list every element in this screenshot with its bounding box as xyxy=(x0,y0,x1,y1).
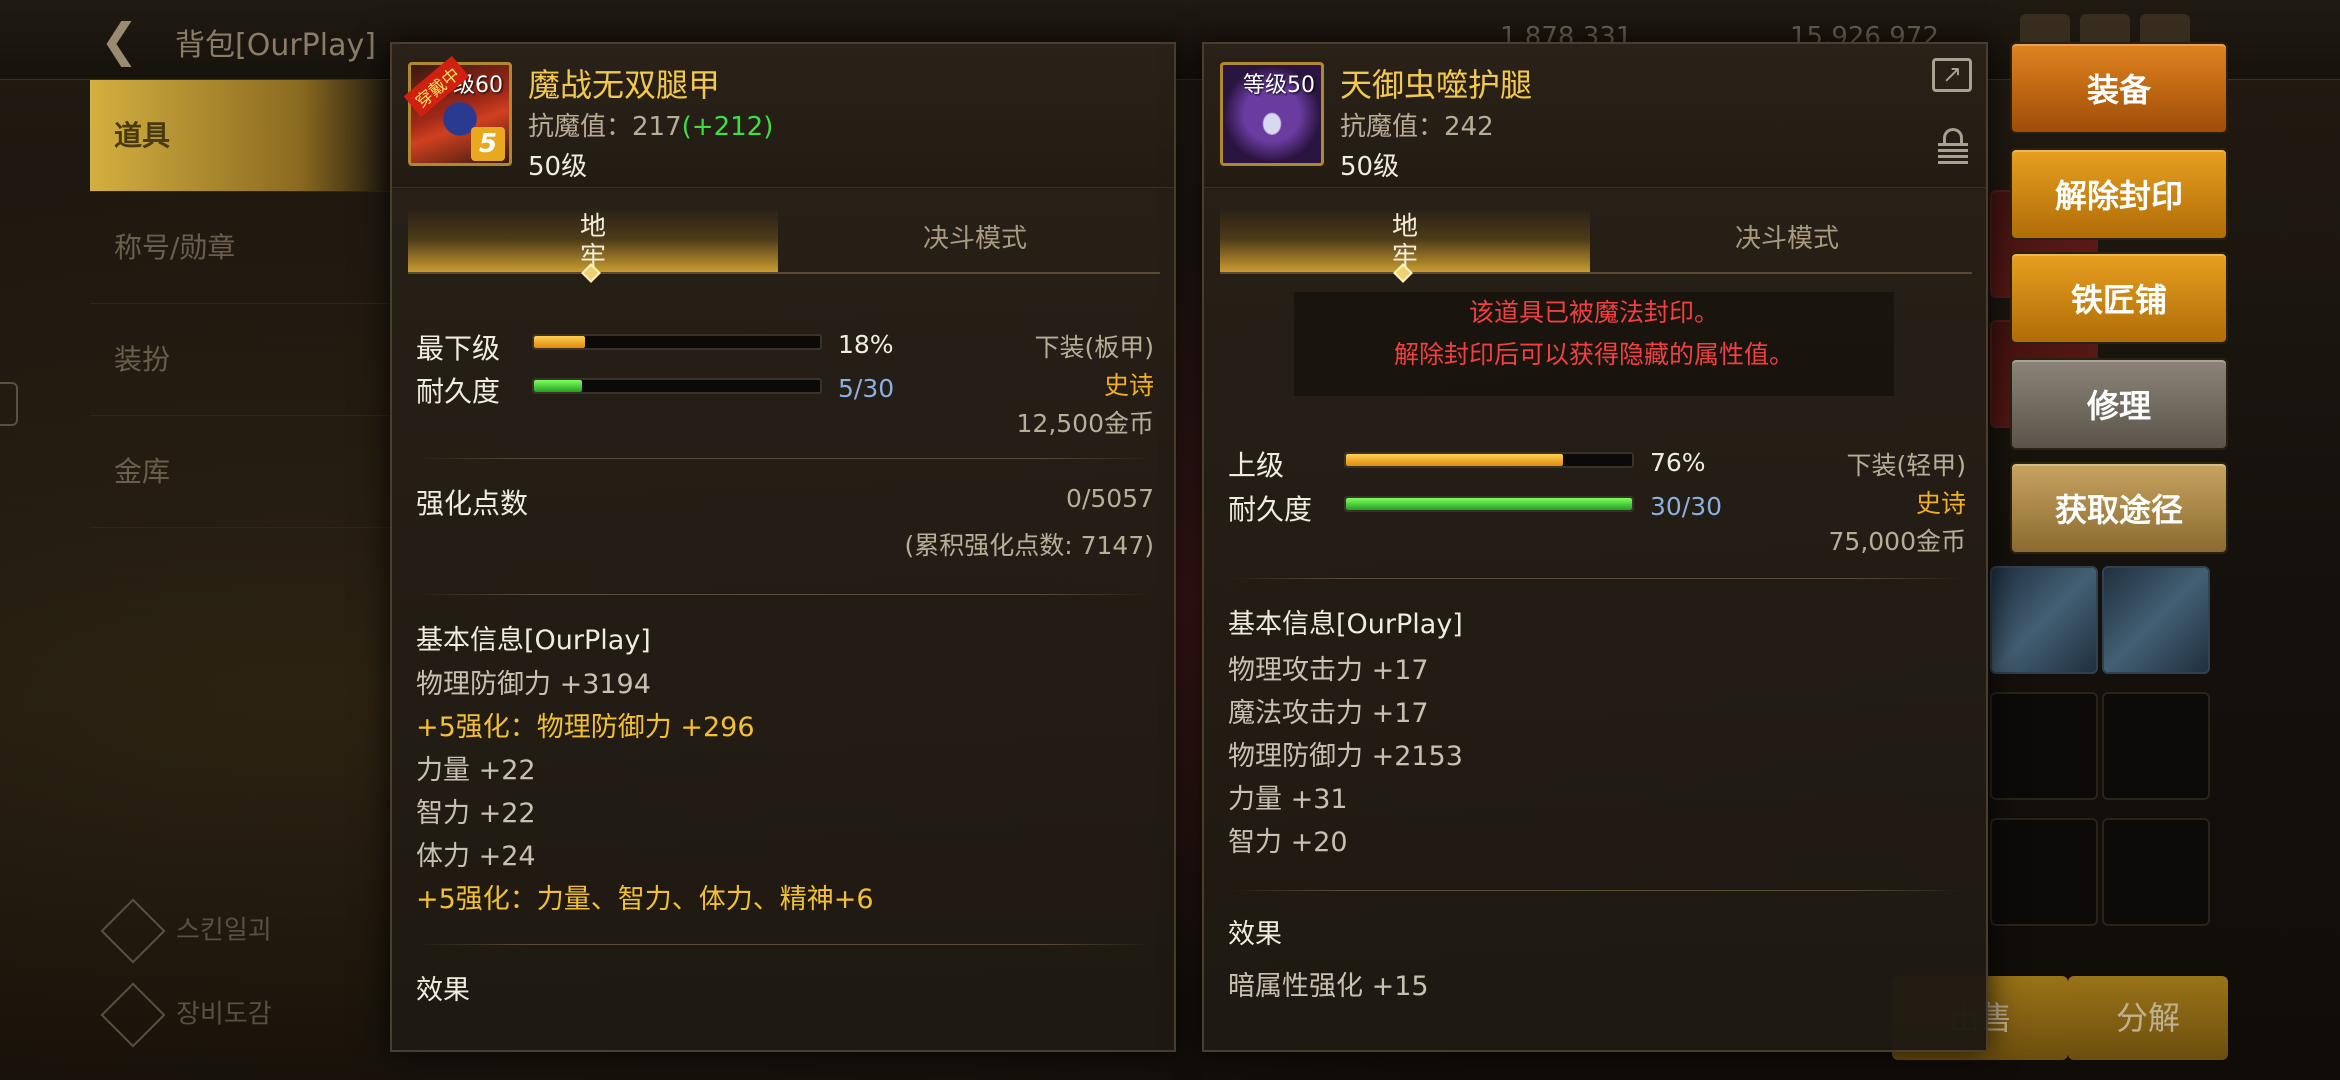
sidebar-item-items[interactable]: 道具 xyxy=(90,80,390,192)
price: 75,000金币 xyxy=(1828,527,1966,556)
tab-dungeon[interactable]: 地牢 xyxy=(1220,206,1590,283)
basic-info-title: 基本信息[OurPlay] xyxy=(1228,609,1463,640)
effect-title: 效果 xyxy=(416,975,470,1006)
leg-armor-icon: 等级60 穿戴中 5 xyxy=(403,55,512,166)
durability-bar-fill xyxy=(1346,498,1632,510)
enhance-badge: 5 xyxy=(471,127,505,161)
inventory-slot[interactable] xyxy=(2102,692,2210,800)
share-icon[interactable]: ↗ xyxy=(1932,58,1972,92)
edge-handle[interactable] xyxy=(0,382,18,426)
stat-line: 力量 +31 xyxy=(1228,784,1348,815)
equipped-item-panel: 等级60 穿戴中 5 魔战无双腿甲 抗魔值：217(+212) 50级 地牢 决… xyxy=(390,42,1176,1052)
basic-info-title: 基本信息[OurPlay] xyxy=(416,625,651,656)
price: 12,500金币 xyxy=(1016,409,1154,438)
sidebar-bottom-skin[interactable]: 스킨일괴 xyxy=(100,898,272,964)
enhance-points-label: 强化点数 xyxy=(416,487,529,520)
slot-type: 下装(轻甲) xyxy=(1846,451,1966,480)
obtain-source-button[interactable]: 获取途径 xyxy=(2010,462,2228,554)
grade-label: 最下级 xyxy=(416,332,501,365)
sealed-line-2: 解除封印后可以获得隐藏的属性值。 xyxy=(1393,340,1794,369)
durability-bar-fill xyxy=(534,380,582,392)
lock-icon[interactable] xyxy=(1938,128,1968,165)
item-level-badge: 等级50 xyxy=(1243,73,1315,98)
inventory-slot[interactable] xyxy=(2102,566,2210,674)
sidebar-item-vault[interactable]: 金库 xyxy=(90,416,390,528)
stat-line: 物理攻击力 +17 xyxy=(1228,655,1429,686)
unseal-button[interactable]: 解除封印 xyxy=(2010,148,2228,240)
sealed-line-1: 该道具已被魔法封印。 xyxy=(1468,298,1719,327)
stat-line-enhance: +5强化：力量、智力、体力、精神+6 xyxy=(416,884,874,915)
enhance-points: 0/5057 xyxy=(1066,484,1154,513)
effect-title: 效果 xyxy=(1228,919,1282,950)
stat-line: 物理防御力 +2153 xyxy=(1228,741,1463,772)
back-arrow-icon[interactable]: ❮ xyxy=(100,14,160,66)
tab-dungeon[interactable]: 地牢 xyxy=(408,206,778,283)
blacksmith-button[interactable]: 铁匠铺 xyxy=(2010,252,2228,344)
item-header: 等级60 穿戴中 5 魔战无双腿甲 抗魔值：217(+212) 50级 xyxy=(392,44,1174,188)
item-name: 魔战无双腿甲 xyxy=(528,66,721,104)
durability-label: 耐久度 xyxy=(416,375,501,408)
inventory-sidebar: 道具 称号/勋章 装扮 金库 xyxy=(90,80,390,528)
mode-tabs: 地牢 决斗模式 xyxy=(408,206,1160,283)
grade-bar xyxy=(532,334,822,350)
sidebar-item-avatar[interactable]: 装扮 xyxy=(90,304,390,416)
sidebar-item-titles[interactable]: 称号/勋章 xyxy=(90,192,390,304)
stat-line: 智力 +20 xyxy=(1228,827,1348,858)
inventory-slot[interactable] xyxy=(1990,566,2098,674)
durability-bar xyxy=(532,378,822,394)
stat-line-enhance: +5强化：物理防御力 +296 xyxy=(416,712,755,743)
divider xyxy=(416,594,1152,595)
grade-label: 上级 xyxy=(1228,449,1285,482)
resistance-bonus: (+212) xyxy=(681,112,774,142)
item-level: 50级 xyxy=(1340,152,1400,182)
rarity: 史诗 xyxy=(1915,489,1966,518)
sealed-notice: 该道具已被魔法封印。 解除封印后可以获得隐藏的属性值。 xyxy=(1294,292,1894,396)
grade-bar xyxy=(1344,452,1634,468)
magic-resistance: 抗魔值：242 xyxy=(1340,112,1494,142)
repair-button[interactable]: 修理 xyxy=(2010,358,2228,450)
sidebar-bottom-codex[interactable]: 장비도감 xyxy=(100,982,272,1048)
stat-line: 魔法攻击力 +17 xyxy=(1228,698,1429,729)
stat-line: 智力 +22 xyxy=(416,798,536,829)
equip-button[interactable]: 装备 xyxy=(2010,42,2228,134)
durability-value: 30/30 xyxy=(1650,492,1723,521)
leg-armor-icon: 等级50 xyxy=(1220,62,1324,166)
grade-percent: 76% xyxy=(1650,448,1706,477)
inventory-slot[interactable] xyxy=(1990,692,2098,800)
stat-line: 力量 +22 xyxy=(416,755,536,786)
skin-icon xyxy=(100,898,166,964)
item-name: 天御虫噬护腿 xyxy=(1340,66,1533,104)
slot-type: 下装(板甲) xyxy=(1034,333,1154,362)
inventory-title: 背包[OurPlay] xyxy=(175,28,376,63)
magic-resistance: 抗魔值：217(+212) xyxy=(528,112,774,142)
tab-duel[interactable]: 决斗模式 xyxy=(1602,206,1972,272)
codex-icon xyxy=(100,982,166,1048)
mode-tabs: 地牢 决斗模式 xyxy=(1220,206,1972,283)
item-header: 等级50 天御虫噬护腿 抗魔值：242 50级 ↗ xyxy=(1204,44,1986,188)
divider xyxy=(1228,890,1964,891)
divider xyxy=(416,458,1152,459)
disassemble-button[interactable]: 分解 xyxy=(2068,976,2228,1060)
rarity: 史诗 xyxy=(1103,371,1154,400)
durability-bar xyxy=(1344,496,1634,512)
stat-line: 物理防御力 +3194 xyxy=(416,669,651,700)
compare-item-panel: 等级50 天御虫噬护腿 抗魔值：242 50级 ↗ 地牢 决斗模式 该道具已被魔… xyxy=(1202,42,1988,1052)
durability-value: 5/30 xyxy=(838,374,895,403)
enhance-points-total: (累积强化点数: 7147) xyxy=(904,531,1154,560)
tab-duel[interactable]: 决斗模式 xyxy=(790,206,1160,272)
item-level: 50级 xyxy=(528,152,588,182)
effect-line: 暗属性强化 +15 xyxy=(1228,971,1429,1002)
divider xyxy=(416,944,1152,945)
grade-percent: 18% xyxy=(838,330,894,359)
durability-label: 耐久度 xyxy=(1228,493,1313,526)
inventory-slot[interactable] xyxy=(2102,818,2210,926)
divider xyxy=(1228,578,1964,579)
inventory-slot[interactable] xyxy=(1990,818,2098,926)
stat-line: 体力 +24 xyxy=(416,841,536,872)
grade-bar-fill xyxy=(1346,454,1564,466)
grade-bar-fill xyxy=(534,336,586,348)
